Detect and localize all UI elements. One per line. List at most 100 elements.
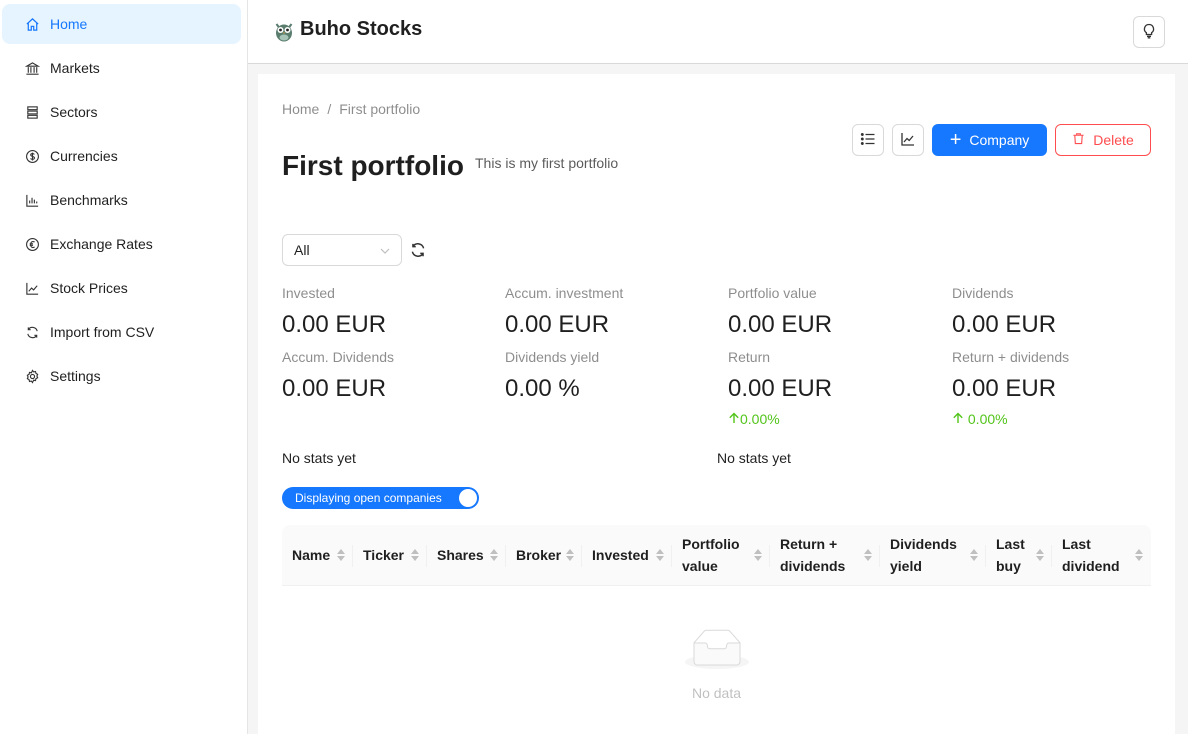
sort-icon xyxy=(337,549,345,561)
stat-accum-dividends: Accum. Dividends 0.00 EUR xyxy=(282,349,394,403)
chart-view-button[interactable] xyxy=(892,124,924,156)
stat-value: 0.00 EUR xyxy=(505,311,610,338)
theme-toggle-button[interactable] xyxy=(1133,16,1165,48)
column-header-dividends-yield[interactable]: Dividends yield xyxy=(880,525,986,585)
stat-change-value: 0.00% xyxy=(740,411,780,427)
stat-value: 0.00 EUR xyxy=(282,375,387,402)
sort-icon xyxy=(490,549,498,561)
column-header-return-dividends[interactable]: Return + dividends xyxy=(770,525,880,585)
breadcrumb-current: First portfolio xyxy=(339,101,421,117)
stat-return-dividends: Return + dividends 0.00 EUR 0.00% xyxy=(952,349,1069,427)
stat-dividends-yield: Dividends yield 0.00 % xyxy=(505,349,599,403)
stat-label: Invested xyxy=(282,285,335,301)
sidebar-item-import-csv[interactable]: Import from CSV xyxy=(2,312,241,352)
owl-logo-icon xyxy=(274,20,294,42)
bank-icon xyxy=(24,60,40,76)
sidebar-item-home[interactable]: Home xyxy=(2,4,241,44)
sync-icon xyxy=(24,324,40,340)
empty-inbox-icon xyxy=(684,629,749,673)
chevron-down-icon xyxy=(379,244,391,260)
stat-label: Portfolio value xyxy=(728,285,817,301)
sidebar-nav: Home Markets Sectors Currencies Benchmar… xyxy=(0,0,247,396)
stat-change-value: 0.00% xyxy=(964,411,1008,427)
column-header-last-dividend[interactable]: Last dividend xyxy=(1052,525,1151,585)
sidebar-item-label: Stock Prices xyxy=(50,280,128,296)
list-view-button[interactable] xyxy=(852,124,884,156)
table-empty-state: No data xyxy=(282,629,1151,701)
stat-value: 0.00 EUR xyxy=(952,311,1057,338)
home-icon xyxy=(24,16,40,32)
breadcrumb-home-link[interactable]: Home xyxy=(282,101,319,117)
column-header-broker[interactable]: Broker xyxy=(506,525,582,585)
main-content: Home / First portfolio First portfolio Thi… xyxy=(258,74,1175,734)
toggle-knob xyxy=(459,489,477,507)
app-title: Buho Stocks xyxy=(300,18,423,40)
trash-icon xyxy=(1072,132,1093,148)
stat-change: 0.00% xyxy=(952,411,1069,427)
stat-label: Dividends xyxy=(952,285,1014,301)
table-header: Name Ticker Shares Broker Invested Portf… xyxy=(282,525,1151,586)
sidebar-item-markets[interactable]: Markets xyxy=(2,48,241,88)
sidebar-item-label: Import from CSV xyxy=(50,324,155,340)
sidebar-item-label: Currencies xyxy=(50,148,118,164)
open-companies-toggle[interactable]: Displaying open companies xyxy=(282,487,479,509)
stat-label: Accum. investment xyxy=(505,285,624,301)
column-header-name[interactable]: Name xyxy=(282,525,353,585)
toggle-label: Displaying open companies xyxy=(295,491,442,505)
stat-value: 0.00 % xyxy=(505,375,580,402)
app-header: Buho Stocks xyxy=(248,0,1188,64)
refresh-icon[interactable] xyxy=(409,241,427,259)
stat-return: Return 0.00 EUR 0.00% xyxy=(728,349,832,427)
sort-icon xyxy=(1135,549,1143,561)
sidebar-item-stock-prices[interactable]: Stock Prices xyxy=(2,268,241,308)
sidebar: Home Markets Sectors Currencies Benchmar… xyxy=(0,0,248,734)
sidebar-item-exchange-rates[interactable]: Exchange Rates xyxy=(2,224,241,264)
no-stats-right: No stats yet xyxy=(717,450,791,466)
breadcrumb: Home / First portfolio xyxy=(282,101,420,117)
stat-label: Return + dividends xyxy=(952,349,1070,365)
sidebar-item-currencies[interactable]: Currencies xyxy=(2,136,241,176)
sidebar-item-settings[interactable]: Settings xyxy=(2,356,241,396)
plus-icon: + xyxy=(949,129,962,151)
dollar-icon xyxy=(24,148,40,164)
sidebar-item-label: Markets xyxy=(50,60,100,76)
line-chart-icon xyxy=(900,131,916,150)
sort-icon xyxy=(1036,549,1044,561)
sidebar-item-sectors[interactable]: Sectors xyxy=(2,92,241,132)
stat-dividends: Dividends 0.00 EUR xyxy=(952,285,1056,339)
sidebar-item-benchmarks[interactable]: Benchmarks xyxy=(2,180,241,220)
column-header-portfolio-value[interactable]: Portfolio value xyxy=(672,525,770,585)
stat-label: Accum. Dividends xyxy=(282,349,395,365)
column-header-invested[interactable]: Invested xyxy=(582,525,672,585)
companies-table: Name Ticker Shares Broker Invested Portf… xyxy=(282,525,1151,586)
bar-chart-icon xyxy=(24,192,40,208)
column-header-last-buy[interactable]: Last buy xyxy=(986,525,1052,585)
year-filter-select[interactable]: All xyxy=(282,234,402,266)
sidebar-item-label: Exchange Rates xyxy=(50,236,153,252)
no-stats-left: No stats yet xyxy=(282,450,356,466)
stat-portfolio-value: Portfolio value 0.00 EUR xyxy=(728,285,832,339)
stat-change: 0.00% xyxy=(728,411,832,427)
sort-icon xyxy=(411,549,419,561)
sidebar-item-label: Settings xyxy=(50,368,101,384)
delete-button[interactable]: Delete xyxy=(1055,124,1151,156)
stat-label: Return xyxy=(728,349,771,365)
sectors-icon xyxy=(24,104,40,120)
stat-value: 0.00 EUR xyxy=(728,311,833,338)
arrow-up-icon xyxy=(728,411,740,427)
year-filter-value: All xyxy=(294,242,310,258)
sort-icon xyxy=(864,549,872,561)
sidebar-item-label: Benchmarks xyxy=(50,192,128,208)
delete-label: Delete xyxy=(1093,132,1134,148)
stat-accum-investment: Accum. investment 0.00 EUR xyxy=(505,285,623,339)
column-header-ticker[interactable]: Ticker xyxy=(353,525,427,585)
empty-text: No data xyxy=(691,685,742,701)
stat-value: 0.00 EUR xyxy=(952,375,1057,402)
column-header-shares[interactable]: Shares xyxy=(427,525,506,585)
breadcrumb-separator: / xyxy=(327,101,332,117)
stat-label: Dividends yield xyxy=(505,349,600,365)
unordered-list-icon xyxy=(860,131,876,150)
sort-icon xyxy=(566,549,574,561)
lightbulb-icon xyxy=(1141,23,1157,42)
add-company-button[interactable]: + Company xyxy=(932,124,1047,156)
